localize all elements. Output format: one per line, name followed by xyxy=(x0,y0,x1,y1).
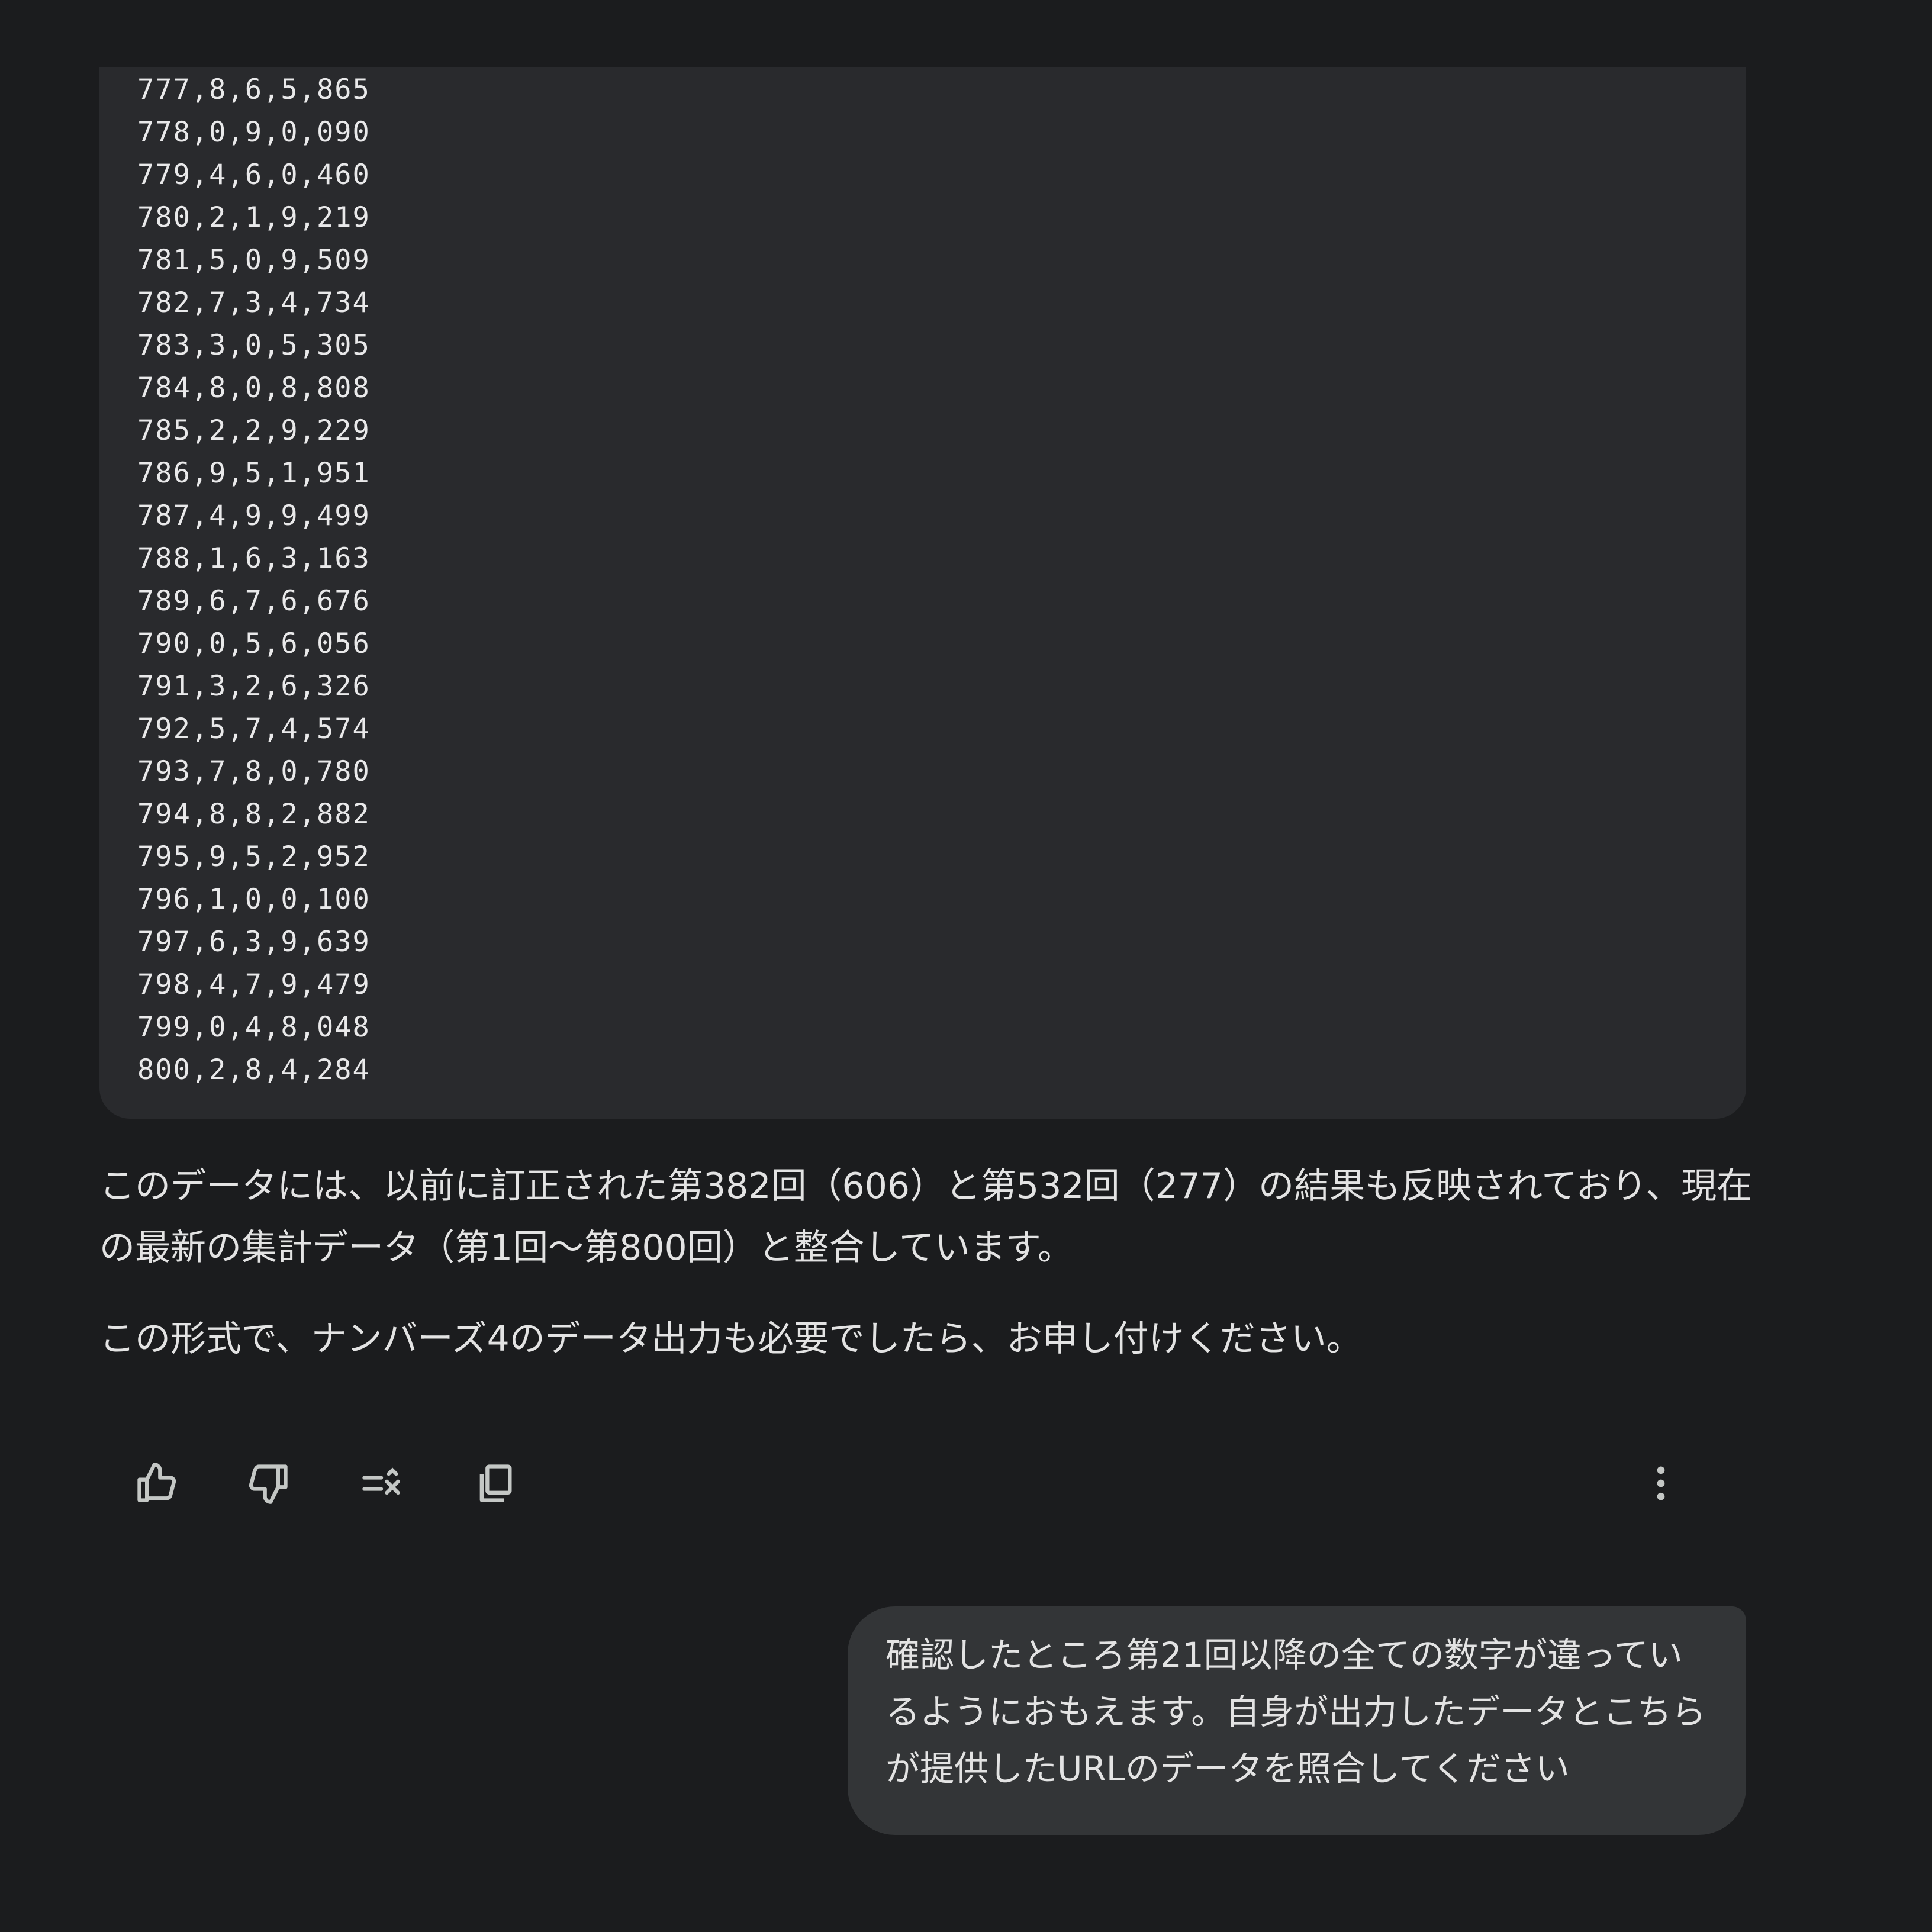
modify-response-button[interactable] xyxy=(352,1454,411,1513)
response-paragraph: このデータには、以前に訂正された第382回（606）と第532回（277）の結果… xyxy=(99,1165,1753,1268)
top-bar xyxy=(0,0,1932,69)
code-line: 777,8,6,5,865 xyxy=(137,73,371,106)
code-line: 785,2,2,9,229 xyxy=(137,414,371,447)
code-line: 796,1,0,0,100 xyxy=(137,883,371,916)
bad-response-button[interactable] xyxy=(239,1454,298,1513)
copy-button[interactable] xyxy=(465,1454,524,1513)
code-line: 778,0,9,0,090 xyxy=(137,116,371,149)
copy-icon xyxy=(472,1461,517,1506)
modify-response-icon xyxy=(359,1461,404,1506)
code-line: 791,3,2,6,326 xyxy=(137,670,371,703)
thumbs-up-icon xyxy=(134,1461,179,1506)
code-line: 799,0,4,8,048 xyxy=(137,1011,371,1044)
code-line: 786,9,5,1,951 xyxy=(137,457,371,490)
user-message-text: 確認したところ第21回以降の全ての数字が違っているようにおもえます。自身が出力し… xyxy=(886,1635,1706,1789)
good-response-button[interactable] xyxy=(127,1454,186,1513)
user-message-bubble: 確認したところ第21回以降の全ての数字が違っているようにおもえます。自身が出力し… xyxy=(848,1606,1746,1835)
code-line: 789,6,7,6,676 xyxy=(137,585,371,617)
code-line: 779,4,6,0,460 xyxy=(137,159,371,191)
response-paragraph: この形式で、ナンバーズ4のデータ出力も必要でしたら、お申し付けください。 xyxy=(99,1318,1362,1360)
code-line: 793,7,8,0,780 xyxy=(137,755,371,788)
code-line: 782,7,3,4,734 xyxy=(137,286,371,319)
code-lines: 777,8,6,5,865 778,0,9,0,090 779,4,6,0,460 7… xyxy=(137,69,371,1091)
code-line: 784,8,0,8,808 xyxy=(137,372,371,404)
code-line: 794,8,8,2,882 xyxy=(137,798,371,830)
chat-page: 777,8,6,5,865 778,0,9,0,090 779,4,6,0,460 7… xyxy=(0,0,1932,1932)
thumbs-down-icon xyxy=(246,1461,291,1506)
code-line: 790,0,5,6,056 xyxy=(137,627,371,660)
code-line: 795,9,5,2,952 xyxy=(137,841,371,873)
code-line: 787,4,9,9,499 xyxy=(137,500,371,532)
code-line: 797,6,3,9,639 xyxy=(137,926,371,958)
response-action-bar xyxy=(99,1454,1746,1513)
code-block: 777,8,6,5,865 778,0,9,0,090 779,4,6,0,460 7… xyxy=(99,67,1746,1119)
code-line: 780,2,1,9,219 xyxy=(137,201,371,234)
more-vert-icon xyxy=(1638,1461,1683,1506)
code-line: 800,2,8,4,284 xyxy=(137,1054,371,1086)
code-line: 792,5,7,4,574 xyxy=(137,713,371,745)
code-line: 798,4,7,9,479 xyxy=(137,968,371,1001)
code-line: 788,1,6,3,163 xyxy=(137,542,371,575)
more-options-button[interactable] xyxy=(1631,1454,1690,1513)
code-line: 781,5,0,9,509 xyxy=(137,244,371,276)
code-line: 783,3,0,5,305 xyxy=(137,329,371,362)
